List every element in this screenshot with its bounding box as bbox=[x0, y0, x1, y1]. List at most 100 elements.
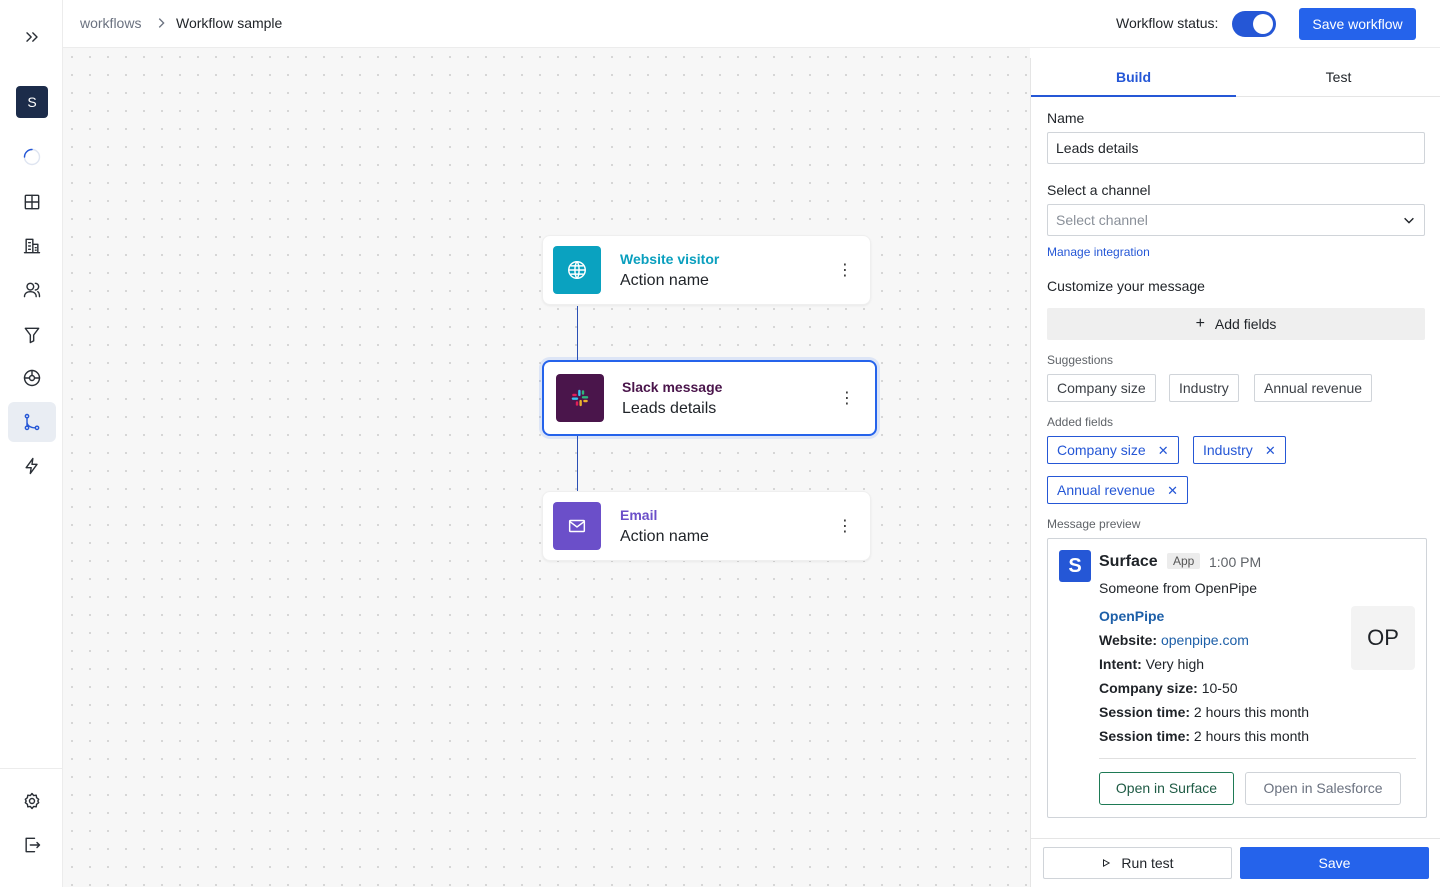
chip-label: Annual revenue bbox=[1057, 482, 1156, 498]
company-avatar: OP bbox=[1351, 606, 1415, 670]
message-time: 1:00 PM bbox=[1209, 554, 1262, 570]
nav-dashboard[interactable] bbox=[8, 182, 56, 222]
nav-companies[interactable] bbox=[8, 226, 56, 266]
tab-build[interactable]: Build bbox=[1031, 58, 1236, 97]
play-icon bbox=[1103, 859, 1111, 867]
suggestion-chip[interactable]: Company size bbox=[1047, 374, 1156, 402]
message-preview-label: Message preview bbox=[1047, 517, 1141, 531]
message-preview: S Surface App 1:00 PM Someone from OpenP… bbox=[1047, 538, 1427, 818]
node-icon-box bbox=[553, 502, 601, 550]
chevron-right-icon bbox=[158, 18, 165, 28]
globe-icon bbox=[568, 261, 586, 279]
manage-integration-link[interactable]: Manage integration bbox=[1047, 245, 1150, 259]
name-label: Name bbox=[1047, 110, 1085, 126]
chevron-down-icon bbox=[1404, 217, 1414, 224]
run-test-button[interactable]: Run test bbox=[1043, 847, 1232, 879]
node-action-name: Action name bbox=[620, 272, 709, 289]
expand-sidebar-button[interactable] bbox=[8, 17, 56, 57]
channel-select[interactable]: Select channel bbox=[1047, 204, 1425, 236]
slack-icon bbox=[571, 389, 589, 407]
nav-filters[interactable] bbox=[8, 315, 56, 355]
remove-icon[interactable]: ✕ bbox=[1158, 443, 1169, 458]
node-connector bbox=[577, 306, 578, 360]
name-input[interactable]: Leads details bbox=[1047, 132, 1425, 164]
building-icon bbox=[23, 238, 41, 254]
node-menu-icon[interactable]: ⋮ bbox=[837, 519, 853, 535]
suggestion-chip[interactable]: Industry bbox=[1169, 374, 1239, 402]
toggle-knob bbox=[1253, 14, 1273, 34]
open-in-surface-button[interactable]: Open in Surface bbox=[1099, 772, 1234, 805]
customize-label: Customize your message bbox=[1047, 278, 1205, 294]
node-menu-icon[interactable]: ⋮ bbox=[839, 391, 855, 407]
workflow-icon bbox=[24, 413, 40, 431]
tab-test[interactable]: Test bbox=[1236, 58, 1440, 97]
add-fields-label: Add fields bbox=[1214, 316, 1277, 332]
added-fields-label: Added fields bbox=[1047, 415, 1114, 429]
sidebar: S bbox=[0, 0, 63, 887]
channel-label: Select a channel bbox=[1047, 182, 1151, 198]
workflow-status-label: Workflow status: bbox=[1116, 15, 1219, 31]
logout-icon bbox=[25, 837, 41, 853]
sidebar-divider bbox=[0, 768, 63, 769]
sender-name: Surface bbox=[1099, 553, 1158, 570]
breadcrumb-parent[interactable]: workflows bbox=[80, 15, 141, 31]
channel-placeholder: Select channel bbox=[1056, 212, 1148, 228]
website-link[interactable]: openpipe.com bbox=[1161, 632, 1249, 648]
workflow-canvas[interactable] bbox=[63, 48, 1030, 887]
loading-icon bbox=[23, 148, 41, 166]
workspace-avatar[interactable]: S bbox=[16, 86, 48, 118]
app-badge: App bbox=[1167, 553, 1201, 569]
lightning-icon bbox=[25, 457, 38, 475]
node-config-panel: Build Test Name Leads details Select a c… bbox=[1030, 58, 1440, 887]
chip-label: Company size bbox=[1057, 442, 1146, 458]
workflow-node-email[interactable]: Email Action name ⋮ bbox=[542, 491, 871, 561]
added-field-chip[interactable]: Industry ✕ bbox=[1193, 436, 1286, 464]
node-connector bbox=[577, 436, 578, 491]
loading-indicator bbox=[8, 137, 56, 177]
open-in-salesforce-button[interactable]: Open in Salesforce bbox=[1245, 772, 1401, 805]
expand-icon bbox=[26, 32, 38, 42]
workflow-node-website-visitor[interactable]: Website visitor Action name ⋮ bbox=[542, 235, 871, 305]
remove-icon[interactable]: ✕ bbox=[1265, 443, 1276, 458]
added-field-chip[interactable]: Company size ✕ bbox=[1047, 436, 1179, 464]
ball-icon bbox=[23, 369, 41, 387]
panel-footer-divider bbox=[1031, 838, 1440, 839]
surface-logo: S bbox=[1059, 550, 1091, 582]
website-line: Website: openpipe.com bbox=[1099, 632, 1249, 648]
workflow-status-toggle[interactable] bbox=[1232, 11, 1276, 37]
company-name[interactable]: OpenPipe bbox=[1099, 608, 1164, 624]
run-test-label: Run test bbox=[1121, 855, 1174, 871]
message-intro: Someone from OpenPipe bbox=[1099, 580, 1257, 596]
nav-settings[interactable] bbox=[8, 781, 56, 821]
suggestion-chip[interactable]: Annual revenue bbox=[1254, 374, 1373, 402]
grid-icon bbox=[24, 194, 40, 210]
company-size-line: Company size: 10-50 bbox=[1099, 680, 1238, 696]
add-fields-button[interactable]: + Add fields bbox=[1047, 308, 1425, 340]
breadcrumb-current: Workflow sample bbox=[176, 15, 283, 31]
workflow-node-slack-message[interactable]: Slack message Leads details ⋮ bbox=[542, 360, 877, 436]
node-type-label: Slack message bbox=[622, 379, 723, 395]
nav-people[interactable] bbox=[8, 270, 56, 310]
added-field-chip[interactable]: Annual revenue ✕ bbox=[1047, 476, 1188, 504]
settings-icon bbox=[24, 792, 40, 810]
nav-automations[interactable] bbox=[8, 446, 56, 486]
node-menu-icon[interactable]: ⋮ bbox=[837, 263, 853, 279]
plus-icon: + bbox=[1195, 315, 1205, 332]
session-time-line: Session time: 2 hours this month bbox=[1099, 704, 1310, 720]
save-workflow-button[interactable]: Save workflow bbox=[1299, 8, 1416, 40]
top-bar: workflows Workflow sample Workflow statu… bbox=[63, 0, 1440, 48]
node-action-name: Leads details bbox=[622, 400, 717, 417]
filter-icon bbox=[24, 327, 40, 344]
intent-line: Intent: Very high bbox=[1099, 656, 1205, 672]
save-button[interactable]: Save bbox=[1240, 847, 1429, 879]
node-type-label: Website visitor bbox=[620, 251, 720, 267]
nav-segments[interactable] bbox=[8, 358, 56, 398]
chip-label: Industry bbox=[1203, 442, 1253, 458]
nav-logout[interactable] bbox=[8, 825, 56, 865]
node-action-name: Action name bbox=[620, 528, 709, 545]
suggestions-label: Suggestions bbox=[1047, 353, 1114, 367]
nav-workflows[interactable] bbox=[8, 402, 56, 442]
node-icon-box bbox=[556, 374, 604, 422]
remove-icon[interactable]: ✕ bbox=[1167, 483, 1178, 498]
users-icon bbox=[23, 282, 41, 298]
